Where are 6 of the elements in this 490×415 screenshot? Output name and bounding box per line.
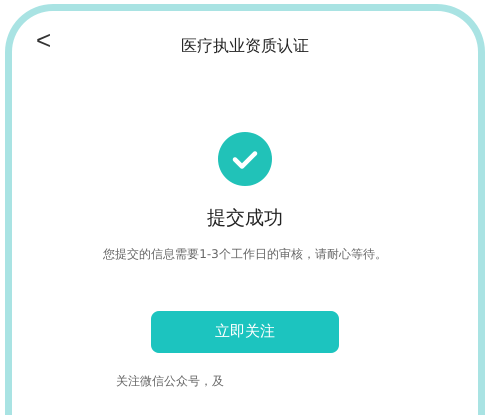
page-title: 医疗执业资质认证: [181, 35, 309, 57]
back-button[interactable]: <: [36, 27, 52, 53]
check-circle-icon: [218, 132, 272, 186]
review-message: 您提交的信息需要1-3个工作日的审核，请耐心等待。: [103, 246, 387, 262]
success-title: 提交成功: [207, 206, 283, 231]
footer-note: 关注微信公众号，及: [116, 374, 224, 388]
